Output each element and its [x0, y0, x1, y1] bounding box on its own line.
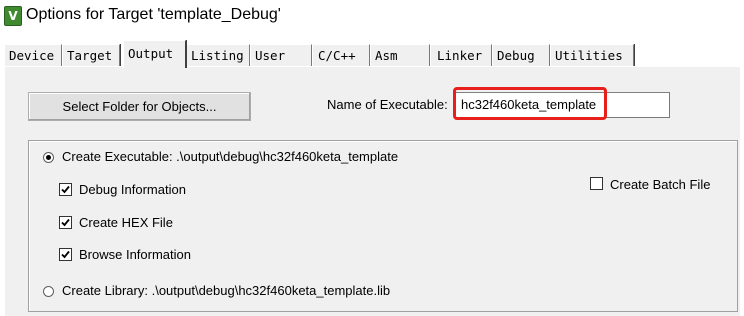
- create-library-label: Create Library: .\output\debug\hc32f460k…: [62, 283, 391, 298]
- tab-target[interactable]: Target: [62, 44, 120, 66]
- debug-information-label: Debug Information: [79, 182, 186, 197]
- tab-c-cpp[interactable]: C/C++: [312, 44, 370, 66]
- checkmark-icon: [61, 185, 70, 194]
- browse-information-label: Browse Information: [79, 247, 191, 262]
- create-batch-file-label: Create Batch File: [610, 177, 711, 192]
- create-executable-radio[interactable]: [43, 152, 54, 163]
- tab-linker[interactable]: Linker: [430, 44, 492, 66]
- create-hex-label: Create HEX File: [79, 215, 173, 230]
- keil-uvision-icon: V: [4, 6, 22, 26]
- window-title: Options for Target 'template_Debug': [26, 6, 281, 23]
- name-of-executable-label: Name of Executable:: [327, 97, 448, 112]
- tab-output[interactable]: Output: [123, 40, 186, 68]
- select-folder-button[interactable]: Select Folder for Objects...: [28, 92, 251, 121]
- executable-name-input[interactable]: hc32f460keta_template: [455, 92, 670, 118]
- executable-name-value: hc32f460keta_template: [461, 97, 597, 112]
- checkmark-icon: [61, 218, 70, 227]
- create-executable-label: Create Executable: .\output\debug\hc32f4…: [62, 149, 399, 164]
- checkmark-icon: [61, 250, 70, 259]
- create-batch-file-checkbox[interactable]: [590, 177, 603, 190]
- tab-debug[interactable]: Debug: [492, 44, 550, 66]
- create-library-radio[interactable]: [43, 286, 54, 297]
- tab-device[interactable]: Device: [4, 44, 62, 66]
- title-bar: V Options for Target 'template_Debug': [0, 0, 744, 32]
- create-hex-checkbox[interactable]: [59, 216, 72, 229]
- browse-information-checkbox[interactable]: [59, 248, 72, 261]
- tab-asm[interactable]: Asm: [370, 44, 430, 66]
- tab-strip: Device Target Output Listing User C/C++ …: [0, 40, 744, 68]
- debug-information-checkbox[interactable]: [59, 183, 72, 196]
- tab-utilities[interactable]: Utilities: [550, 44, 634, 66]
- tab-listing[interactable]: Listing: [186, 44, 250, 66]
- tab-user[interactable]: User: [250, 44, 312, 66]
